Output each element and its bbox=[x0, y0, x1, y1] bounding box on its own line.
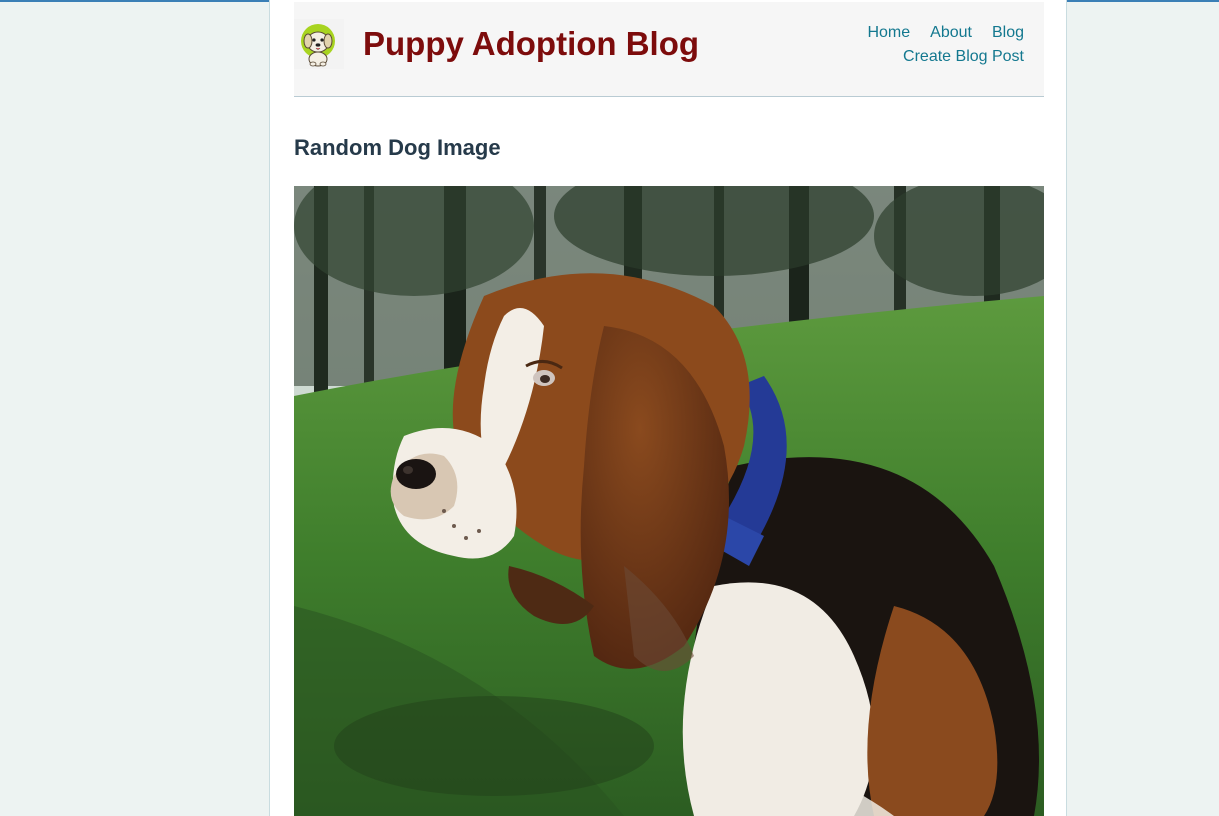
section-heading: Random Dog Image bbox=[294, 135, 501, 160]
nav-link-create-blog-post[interactable]: Create Blog Post bbox=[903, 46, 1024, 70]
main-nav: Home About Blog Create Blog Post bbox=[764, 22, 1024, 70]
nav-link-blog[interactable]: Blog bbox=[992, 22, 1024, 46]
random-dog-image bbox=[294, 186, 1044, 816]
puppy-logo-icon[interactable] bbox=[294, 19, 344, 69]
page-container: Puppy Adoption Blog Home About Blog Crea… bbox=[269, 0, 1067, 816]
nav-link-about[interactable]: About bbox=[930, 22, 972, 46]
nav-link-home[interactable]: Home bbox=[867, 22, 910, 46]
site-header: Puppy Adoption Blog Home About Blog Crea… bbox=[294, 2, 1044, 97]
site-title[interactable]: Puppy Adoption Blog bbox=[363, 22, 699, 66]
